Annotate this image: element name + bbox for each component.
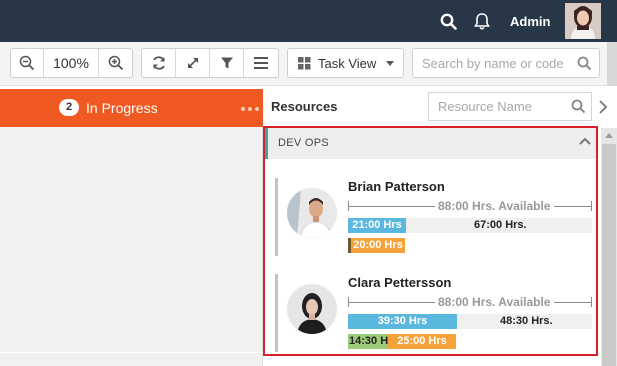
availability-tick bbox=[348, 297, 349, 307]
search-input[interactable] bbox=[413, 49, 573, 77]
resource-card[interactable]: Brian Patterson 88:00 Hrs. Available 21:… bbox=[275, 178, 593, 258]
search-icon[interactable] bbox=[571, 99, 586, 114]
column-divider bbox=[0, 352, 262, 353]
user-avatar[interactable] bbox=[565, 3, 601, 39]
card-marker bbox=[275, 274, 278, 352]
chevron-down-icon bbox=[386, 61, 394, 66]
chevron-right-icon[interactable] bbox=[598, 100, 608, 114]
task-hours-bar[interactable]: 25:00 Hrs bbox=[388, 334, 456, 349]
capacity-bar: 21:00 Hrs 67:00 Hrs. bbox=[348, 218, 592, 233]
filter-icon bbox=[220, 57, 233, 69]
booked-hours: 39:30 Hrs bbox=[348, 314, 457, 329]
task-view-dropdown[interactable]: Task View bbox=[287, 48, 404, 78]
zoom-level: 100% bbox=[44, 49, 99, 77]
toolbar-scrollbar[interactable] bbox=[607, 42, 617, 86]
column-header-in-progress[interactable]: 2 In Progress bbox=[0, 89, 263, 127]
resource-group-name: DEV OPS bbox=[278, 137, 330, 149]
remaining-hours: 48:30 Hrs. bbox=[500, 315, 553, 327]
zoom-in-button[interactable] bbox=[99, 49, 132, 77]
resources-scrollbar[interactable] bbox=[601, 128, 617, 366]
available-hours: 88:00 Hrs. Available bbox=[435, 295, 554, 309]
column-body bbox=[0, 127, 263, 366]
column-title: In Progress bbox=[86, 100, 158, 116]
task-hours-bar[interactable]: 20:00 Hrs bbox=[351, 238, 405, 253]
card-marker bbox=[275, 178, 278, 256]
available-hours: 88:00 Hrs. Available bbox=[435, 199, 554, 213]
column-count-badge: 2 bbox=[59, 99, 79, 116]
task-view-label: Task View bbox=[318, 55, 377, 71]
resources-title: Resources bbox=[271, 99, 338, 114]
zoom-in-icon bbox=[108, 55, 123, 71]
resource-name: Brian Patterson bbox=[348, 179, 445, 194]
zoom-controls: 100% bbox=[10, 48, 133, 78]
remaining-hours: 67:00 Hrs. bbox=[474, 219, 527, 231]
scrollbar-thumb[interactable] bbox=[602, 144, 616, 366]
availability-tick bbox=[348, 201, 349, 211]
avatar bbox=[287, 284, 337, 334]
availability-tick bbox=[591, 297, 592, 307]
bell-icon[interactable] bbox=[473, 12, 491, 31]
zoom-level-text: 100% bbox=[53, 55, 89, 71]
top-bar: Admin bbox=[0, 0, 617, 42]
zoom-out-icon bbox=[19, 55, 35, 71]
booked-hours: 21:00 Hrs bbox=[348, 218, 406, 233]
search-box bbox=[412, 48, 600, 78]
search-icon[interactable] bbox=[440, 13, 457, 30]
menu-button[interactable] bbox=[244, 49, 278, 77]
grid-icon bbox=[298, 56, 311, 69]
resource-search-input[interactable] bbox=[429, 93, 564, 120]
view-controls bbox=[141, 48, 279, 78]
user-name[interactable]: Admin bbox=[510, 14, 550, 29]
resource-group-header[interactable]: DEV OPS bbox=[265, 128, 596, 159]
avatar bbox=[287, 188, 337, 238]
capacity-bar: 39:30 Hrs 48:30 Hrs. bbox=[348, 314, 592, 329]
resource-name: Clara Pettersson bbox=[348, 275, 452, 290]
expand-icon bbox=[187, 58, 198, 68]
chevron-up-icon[interactable] bbox=[579, 136, 591, 146]
scroll-up-icon[interactable] bbox=[605, 133, 613, 138]
resource-search-box bbox=[428, 92, 592, 121]
zoom-out-button[interactable] bbox=[11, 49, 44, 77]
refresh-button[interactable] bbox=[142, 49, 176, 77]
menu-icon bbox=[254, 57, 268, 69]
more-options-icon[interactable] bbox=[241, 107, 259, 111]
resource-card[interactable]: Clara Pettersson 88:00 Hrs. Available 39… bbox=[275, 274, 593, 354]
expand-button[interactable] bbox=[176, 49, 210, 77]
refresh-icon bbox=[152, 56, 165, 70]
search-icon[interactable] bbox=[577, 56, 592, 71]
filter-button[interactable] bbox=[210, 49, 244, 77]
availability-tick bbox=[591, 201, 592, 211]
toolbar: 100% Task View Search by name or code bbox=[0, 42, 617, 86]
resource-group-dev-ops: DEV OPS Brian Patterson 88:00 Hrs. Avail… bbox=[263, 126, 598, 356]
task-hours-bar[interactable]: 14:30 Hrs bbox=[348, 334, 390, 349]
